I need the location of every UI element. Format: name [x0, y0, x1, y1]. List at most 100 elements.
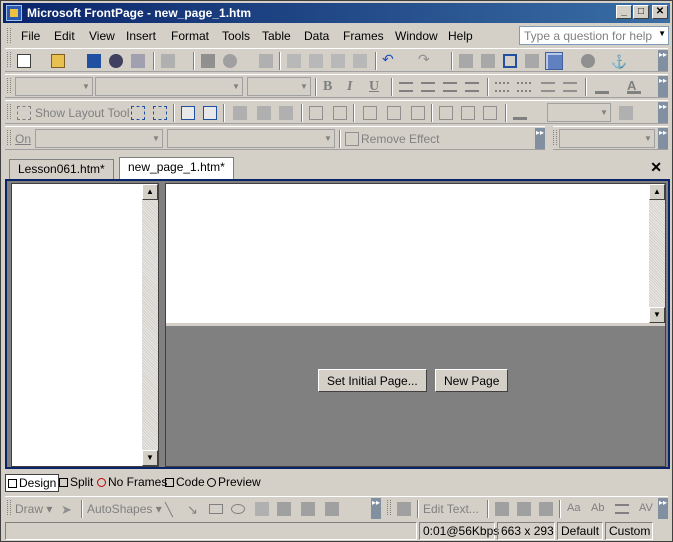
- columns-icon[interactable]: [331, 104, 349, 122]
- delete-cells-icon[interactable]: [409, 104, 427, 122]
- view-tab-no-frames[interactable]: No Frames: [95, 474, 169, 492]
- style-select[interactable]: ▼: [15, 77, 93, 96]
- table-autoformat-select[interactable]: ▼: [547, 103, 611, 122]
- menu-edit[interactable]: Edit: [54, 29, 75, 43]
- italic-button[interactable]: I: [347, 79, 352, 95]
- scroll-down-icon[interactable]: ▼: [649, 307, 665, 323]
- chevron-down-icon[interactable]: ▼: [658, 29, 666, 38]
- help-question-input[interactable]: Type a question for help ▼: [519, 26, 669, 45]
- edit-text-button[interactable]: Edit Text...: [423, 502, 479, 516]
- tab-lesson061[interactable]: Lesson061.htm*: [9, 159, 114, 179]
- wordart-icon[interactable]: [275, 500, 293, 518]
- print-icon[interactable]: [199, 52, 217, 70]
- insert-row-icon[interactable]: [361, 104, 379, 122]
- rows-icon[interactable]: [307, 104, 325, 122]
- split-cells-icon[interactable]: [437, 104, 455, 122]
- font-size-select[interactable]: ▼: [247, 77, 311, 96]
- undo-icon[interactable]: ↶: [381, 51, 399, 70]
- scroll-down-icon[interactable]: ▼: [142, 450, 158, 466]
- autoformat-icon[interactable]: [617, 104, 635, 122]
- preview-icon[interactable]: [221, 52, 239, 70]
- scroll-up-icon[interactable]: ▲: [142, 184, 158, 200]
- effect-select[interactable]: ▼: [167, 129, 335, 148]
- set-initial-page-button[interactable]: Set Initial Page...: [318, 369, 427, 392]
- layout-table-icon[interactable]: [129, 104, 147, 122]
- numbering-icon[interactable]: [493, 78, 511, 96]
- top-right-frame[interactable]: ▲ ▼: [166, 184, 665, 326]
- menu-help[interactable]: Help: [448, 29, 473, 43]
- toolbar-options-chevron-icon[interactable]: ▸▸: [658, 50, 668, 71]
- bold-button[interactable]: B: [323, 79, 332, 95]
- format-painter-icon[interactable]: [351, 52, 369, 70]
- publish-icon[interactable]: [129, 52, 147, 70]
- remove-effect-icon[interactable]: [343, 130, 361, 148]
- new-page-button[interactable]: New Page: [435, 369, 509, 392]
- toolbar-options-chevron-icon[interactable]: ▸▸: [371, 498, 381, 519]
- spelling-icon[interactable]: [257, 52, 275, 70]
- toolbar-grip[interactable]: [7, 78, 11, 93]
- view-tab-design[interactable]: Design: [5, 474, 60, 492]
- remove-effect-button[interactable]: Remove Effect: [361, 132, 439, 146]
- justify-icon[interactable]: [463, 78, 481, 96]
- menubar-grip[interactable]: [7, 28, 11, 43]
- clip-art-icon[interactable]: [299, 500, 317, 518]
- same-letter-heights-icon[interactable]: Aa: [565, 500, 583, 518]
- view-tab-preview[interactable]: Preview: [205, 474, 263, 492]
- hyperlink-icon[interactable]: [579, 52, 597, 70]
- rectangle-icon[interactable]: [207, 500, 225, 518]
- fill-color-icon[interactable]: [511, 104, 529, 122]
- top-right-frame-scrollbar[interactable]: ▲ ▼: [649, 184, 665, 323]
- new-page-button[interactable]: [15, 52, 33, 70]
- toolbar-options-chevron-icon[interactable]: ▸▸: [658, 102, 668, 123]
- alignment-icon[interactable]: [613, 500, 631, 518]
- web-component-icon[interactable]: [457, 52, 475, 70]
- left-frame[interactable]: ▲ ▼: [11, 183, 159, 467]
- mode-custom[interactable]: Custom: [605, 522, 653, 540]
- insert-column-icon[interactable]: [385, 104, 403, 122]
- select-objects-icon[interactable]: ➤: [59, 500, 77, 518]
- mode-default[interactable]: Default: [557, 522, 603, 540]
- wordart-shape-icon[interactable]: [537, 500, 555, 518]
- underline-button[interactable]: U: [369, 79, 379, 95]
- menu-view[interactable]: View: [89, 29, 115, 43]
- toolbar-grip[interactable]: [7, 52, 11, 67]
- table-properties-icon[interactable]: [179, 104, 197, 122]
- left-frame-scrollbar[interactable]: ▲ ▼: [142, 184, 158, 466]
- toolbar-options-chevron-icon[interactable]: ▸▸: [658, 76, 668, 97]
- layout-cell-icon[interactable]: [151, 104, 169, 122]
- paste-icon[interactable]: [329, 52, 347, 70]
- insert-layer-icon[interactable]: [501, 52, 519, 70]
- show-layout-tool-label[interactable]: Show Layout Tool: [35, 106, 130, 120]
- vertical-text-icon[interactable]: Ab: [589, 500, 607, 518]
- increase-indent-icon[interactable]: [561, 78, 579, 96]
- highlight-color-icon[interactable]: [593, 78, 611, 96]
- menu-table[interactable]: Table: [262, 29, 291, 43]
- distribute-icon[interactable]: [277, 104, 295, 122]
- wordart-insert-icon[interactable]: [395, 500, 413, 518]
- close-window-button[interactable]: ✕: [652, 5, 668, 19]
- align-left-icon[interactable]: [397, 78, 415, 96]
- autoshapes-menu-button[interactable]: AutoShapes ▾: [87, 502, 162, 516]
- bookmark-anchor-icon[interactable]: ⚓: [609, 52, 627, 70]
- toolbar-grip[interactable]: [7, 104, 11, 119]
- cell-properties-icon[interactable]: [201, 104, 219, 122]
- bullets-icon[interactable]: [515, 78, 533, 96]
- toolbar-options-chevron-icon[interactable]: ▸▸: [535, 128, 545, 149]
- merge-cells-icon[interactable]: [459, 104, 477, 122]
- menu-file[interactable]: File: [21, 29, 40, 43]
- tab-new-page-1[interactable]: new_page_1.htm*: [119, 157, 234, 179]
- view-tab-code[interactable]: Code: [163, 474, 207, 492]
- close-document-icon[interactable]: ✕: [650, 159, 662, 176]
- toolbar-grip[interactable]: [7, 500, 11, 515]
- font-color-icon[interactable]: A: [625, 78, 643, 96]
- toolbar-options-chevron-icon[interactable]: ▸▸: [658, 498, 668, 519]
- cut-icon[interactable]: [285, 52, 303, 70]
- picture-icon[interactable]: [323, 500, 341, 518]
- menu-format[interactable]: Format: [171, 29, 209, 43]
- line-icon[interactable]: ╲: [163, 500, 181, 518]
- layout-tool-icon[interactable]: [15, 104, 33, 122]
- page-size[interactable]: 663 x 293: [497, 522, 555, 540]
- margin-icon[interactable]: [231, 104, 249, 122]
- search-icon[interactable]: [107, 52, 125, 70]
- copy-icon[interactable]: [307, 52, 325, 70]
